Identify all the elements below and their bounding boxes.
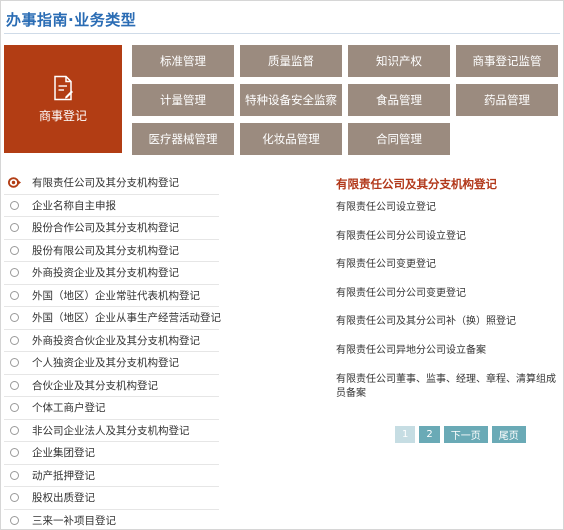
service-link[interactable]: 有限责任公司及其分公司补（换）照登记 [336, 315, 558, 329]
list-item[interactable]: 个人独资企业及其分支机构登记 [4, 352, 219, 375]
service-link[interactable]: 有限责任公司变更登记 [336, 258, 558, 272]
radio-icon [10, 223, 19, 233]
category-button-standards[interactable]: 标准管理 [132, 45, 234, 77]
list-item-label: 个体工商户登记 [32, 402, 106, 415]
category-button-commercial-registration-supervision[interactable]: 商事登记监管 [456, 45, 558, 77]
document-edit-icon [52, 75, 74, 101]
radio-icon [10, 335, 19, 345]
list-item-label: 有限责任公司及其分支机构登记 [32, 177, 179, 190]
radio-icon [10, 200, 19, 210]
business-type-list: 有限责任公司及其分支机构登记 企业名称自主申报 股份合作公司及其分支机构登记 股… [4, 172, 221, 530]
page-button-current[interactable]: 1 [395, 426, 416, 443]
list-item-label: 个人独资企业及其分支机构登记 [32, 357, 179, 370]
list-item[interactable]: 股权出质登记 [4, 487, 219, 510]
list-item-label: 外国（地区）企业从事生产经营活动登记 [32, 312, 221, 325]
list-item-label: 企业名称自主申报 [32, 199, 116, 212]
radio-icon [10, 380, 19, 390]
list-item[interactable]: 企业集团登记 [4, 442, 219, 465]
list-item-label: 合伙企业及其分支机构登记 [32, 379, 158, 392]
service-link-list: 有限责任公司设立登记 有限责任公司分公司设立登记 有限责任公司变更登记 有限责任… [336, 201, 558, 415]
list-item-active[interactable]: 有限责任公司及其分支机构登记 [4, 172, 219, 195]
category-button-quality-supervision[interactable]: 质量监督 [240, 45, 342, 77]
list-item-label: 股份合作公司及其分支机构登记 [32, 222, 179, 235]
radio-icon [10, 290, 19, 300]
list-item-label: 股份有限公司及其分支机构登记 [32, 244, 179, 257]
list-item[interactable]: 企业名称自主申报 [4, 195, 219, 217]
list-item[interactable]: 外商投资企业及其分支机构登记 [4, 262, 219, 285]
page-title: 办事指南·业务类型 [6, 11, 137, 29]
list-item[interactable]: 动产抵押登记 [4, 465, 219, 487]
list-item[interactable]: 非公司企业法人及其分支机构登记 [4, 420, 219, 442]
category-button-food[interactable]: 食品管理 [348, 84, 450, 116]
list-item-label: 三来一补项目登记 [32, 514, 116, 527]
service-link[interactable]: 有限责任公司分公司设立登记 [336, 230, 558, 244]
category-active-tile[interactable]: 商事登记 [4, 45, 122, 153]
list-item-label: 动产抵押登记 [32, 469, 95, 482]
list-item[interactable]: 外商投资合伙企业及其分支机构登记 [4, 330, 219, 352]
radio-icon [10, 448, 19, 458]
title-divider [4, 33, 560, 34]
section-title: 有限责任公司及其分支机构登记 [336, 177, 497, 191]
list-item[interactable]: 股份合作公司及其分支机构登记 [4, 217, 219, 240]
category-button-drugs[interactable]: 药品管理 [456, 84, 558, 116]
category-button-medical-devices[interactable]: 医疗器械管理 [132, 123, 234, 155]
category-button-cosmetics[interactable]: 化妆品管理 [240, 123, 342, 155]
category-button-intellectual-property[interactable]: 知识产权 [348, 45, 450, 77]
list-item[interactable]: 股份有限公司及其分支机构登记 [4, 240, 219, 262]
category-active-label: 商事登记 [38, 108, 87, 123]
radio-icon [10, 268, 19, 278]
radio-icon [10, 470, 19, 480]
service-link[interactable]: 有限责任公司异地分公司设立备案 [336, 344, 558, 358]
category-button-metrology[interactable]: 计量管理 [132, 84, 234, 116]
last-page-button[interactable]: 尾页 [491, 426, 526, 443]
list-item[interactable]: 外国（地区）企业常驻代表机构登记 [4, 285, 219, 307]
category-button-contracts[interactable]: 合同管理 [348, 123, 450, 155]
list-item-label: 外国（地区）企业常驻代表机构登记 [32, 289, 200, 302]
list-item-label: 外商投资合伙企业及其分支机构登记 [32, 334, 200, 347]
radio-icon [10, 245, 19, 255]
category-button-special-equipment[interactable]: 特种设备安全监察 [240, 84, 342, 116]
pagination: 1 2 下一页 尾页 [395, 426, 526, 443]
list-item[interactable]: 三来一补项目登记 [4, 510, 219, 530]
radio-icon [10, 515, 19, 525]
radio-icon [10, 403, 19, 413]
list-item-label: 外商投资企业及其分支机构登记 [32, 267, 179, 280]
next-page-button[interactable]: 下一页 [443, 426, 488, 443]
list-item[interactable]: 合伙企业及其分支机构登记 [4, 375, 219, 397]
list-item[interactable]: 外国（地区）企业从事生产经营活动登记 [4, 307, 221, 330]
page-button[interactable]: 2 [419, 426, 440, 443]
list-item-label: 股权出质登记 [32, 492, 95, 505]
list-item-label: 非公司企业法人及其分支机构登记 [32, 424, 190, 437]
radio-icon [10, 358, 19, 368]
radio-icon [10, 313, 19, 323]
radio-icon [10, 493, 19, 503]
radio-selected-icon [8, 177, 21, 188]
radio-icon [10, 425, 19, 435]
list-item-label: 企业集团登记 [32, 447, 95, 460]
service-link[interactable]: 有限责任公司分公司变更登记 [336, 287, 558, 301]
list-item[interactable]: 个体工商户登记 [4, 397, 219, 420]
service-link[interactable]: 有限责任公司设立登记 [336, 201, 558, 215]
service-link[interactable]: 有限责任公司董事、监事、经理、章程、清算组成员备案 [336, 373, 558, 401]
